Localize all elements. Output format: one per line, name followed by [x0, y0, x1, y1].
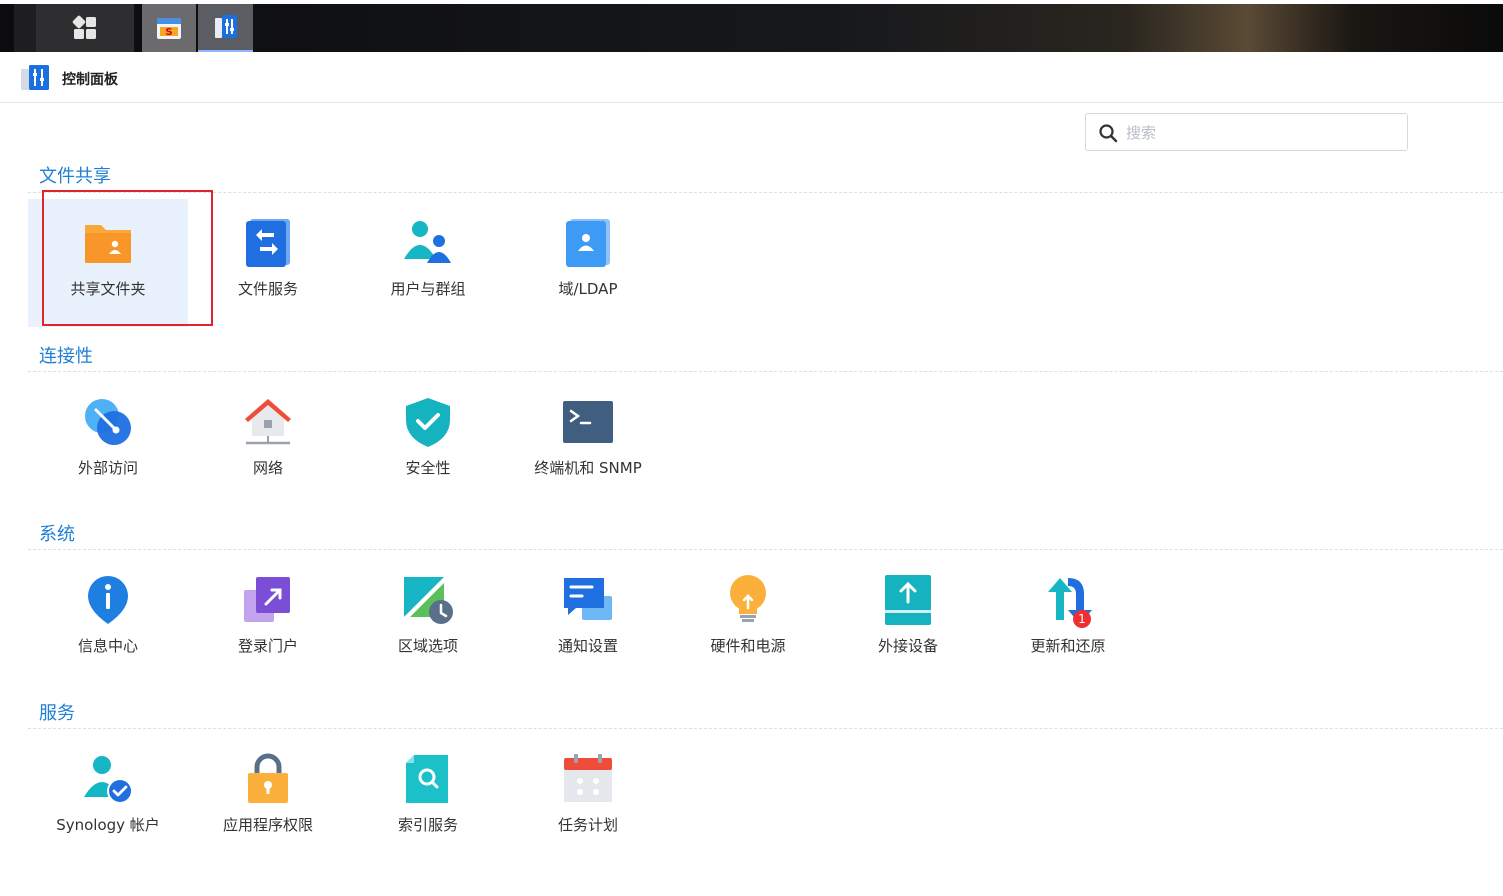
tile-indexing-service[interactable]: 索引服务: [348, 735, 508, 863]
window-header: 控制面板: [0, 53, 1503, 103]
taskbar-separator: [14, 4, 37, 52]
tile-update-restore[interactable]: 1 更新和还原: [988, 556, 1148, 684]
update-count-badge: 1: [1073, 610, 1091, 628]
tile-label: 通知设置: [557, 637, 618, 655]
package-center-icon: S: [157, 18, 181, 39]
tile-info-center[interactable]: 信息中心: [28, 556, 188, 684]
tile-security[interactable]: 安全性: [348, 378, 508, 506]
app-privileges-icon: [248, 753, 288, 803]
tile-app-privileges[interactable]: 应用程序权限: [188, 735, 348, 863]
section-title-connectivity: 连接性: [39, 346, 93, 367]
tile-label: 外部访问: [77, 459, 138, 477]
tile-external-access[interactable]: 外部访问: [28, 378, 188, 506]
tile-label: 终端机和 SNMP: [534, 459, 642, 477]
tile-label: 区域选项: [397, 637, 458, 655]
tile-task-scheduler[interactable]: 任务计划: [508, 735, 668, 863]
section-title-file-sharing: 文件共享: [39, 166, 111, 187]
taskbar-app-control-panel[interactable]: [198, 4, 253, 52]
regional-options-icon: [404, 577, 453, 624]
security-shield-icon: [406, 398, 450, 447]
section-title-services: 服务: [39, 703, 75, 724]
tile-network[interactable]: 网络: [188, 378, 348, 506]
synology-account-icon: [84, 756, 133, 804]
tile-label: Synology 帐户: [56, 816, 160, 834]
tile-synology-account[interactable]: Synology 帐户: [28, 735, 188, 863]
tile-regional-options[interactable]: 区域选项: [348, 556, 508, 684]
tile-label: 外接设备: [877, 637, 938, 655]
tile-user-group[interactable]: 用户与群组: [348, 199, 508, 327]
tile-label: 共享文件夹: [70, 280, 146, 298]
user-group-icon: [404, 221, 451, 263]
tile-external-devices[interactable]: 外接设备: [828, 556, 988, 684]
taskbar-app-package-center[interactable]: S: [142, 4, 196, 52]
tile-label: 应用程序权限: [222, 816, 313, 834]
svg-text:S: S: [165, 27, 172, 38]
external-access-icon: [85, 399, 131, 445]
tile-terminal-snmp[interactable]: 终端机和 SNMP: [508, 378, 668, 506]
hardware-power-icon: [730, 575, 766, 622]
external-devices-icon: [885, 575, 931, 625]
section-divider: [28, 549, 1503, 550]
domain-ldap-icon: [566, 219, 610, 267]
tile-label: 安全性: [405, 459, 451, 477]
grid-menu-icon: [72, 15, 96, 39]
search-icon: [1099, 124, 1118, 143]
tile-label: 网络: [252, 459, 283, 477]
tile-domain-ldap[interactable]: 域/LDAP: [508, 199, 668, 327]
tile-file-services[interactable]: 文件服务: [188, 199, 348, 327]
file-services-icon: [246, 219, 290, 267]
search-box[interactable]: [1085, 113, 1408, 151]
tile-label: 文件服务: [237, 280, 298, 298]
window-title: 控制面板: [62, 72, 118, 88]
taskbar: S: [0, 4, 1503, 52]
control-panel-icon: [21, 65, 49, 90]
main-menu-button[interactable]: [36, 4, 135, 52]
network-icon: [245, 399, 291, 445]
info-center-icon: [88, 576, 128, 624]
tile-login-portal[interactable]: 登录门户: [188, 556, 348, 684]
login-portal-icon: [244, 577, 290, 622]
tile-shared-folder[interactable]: 共享文件夹: [28, 199, 188, 327]
shared-folder-icon: [85, 225, 131, 263]
tile-label: 域/LDAP: [558, 280, 618, 298]
task-scheduler-icon: [564, 754, 612, 802]
section-divider: [28, 192, 1503, 193]
indexing-service-icon: [406, 755, 448, 803]
tile-hardware-power[interactable]: 硬件和电源: [668, 556, 828, 684]
tile-label: 信息中心: [77, 637, 138, 655]
notification-icon: [564, 578, 612, 620]
section-title-system: 系统: [39, 524, 75, 545]
tile-label: 更新和还原: [1030, 637, 1106, 655]
tile-label: 任务计划: [557, 816, 618, 834]
tile-notification[interactable]: 通知设置: [508, 556, 668, 684]
control-panel-icon: [214, 15, 237, 38]
search-input[interactable]: [1124, 120, 1398, 146]
section-divider: [28, 371, 1503, 372]
section-divider: [28, 728, 1503, 729]
tile-label: 索引服务: [397, 816, 458, 834]
terminal-icon: [563, 401, 613, 443]
tile-label: 用户与群组: [390, 280, 466, 298]
tile-label: 登录门户: [237, 637, 298, 655]
tile-label: 硬件和电源: [710, 637, 786, 655]
